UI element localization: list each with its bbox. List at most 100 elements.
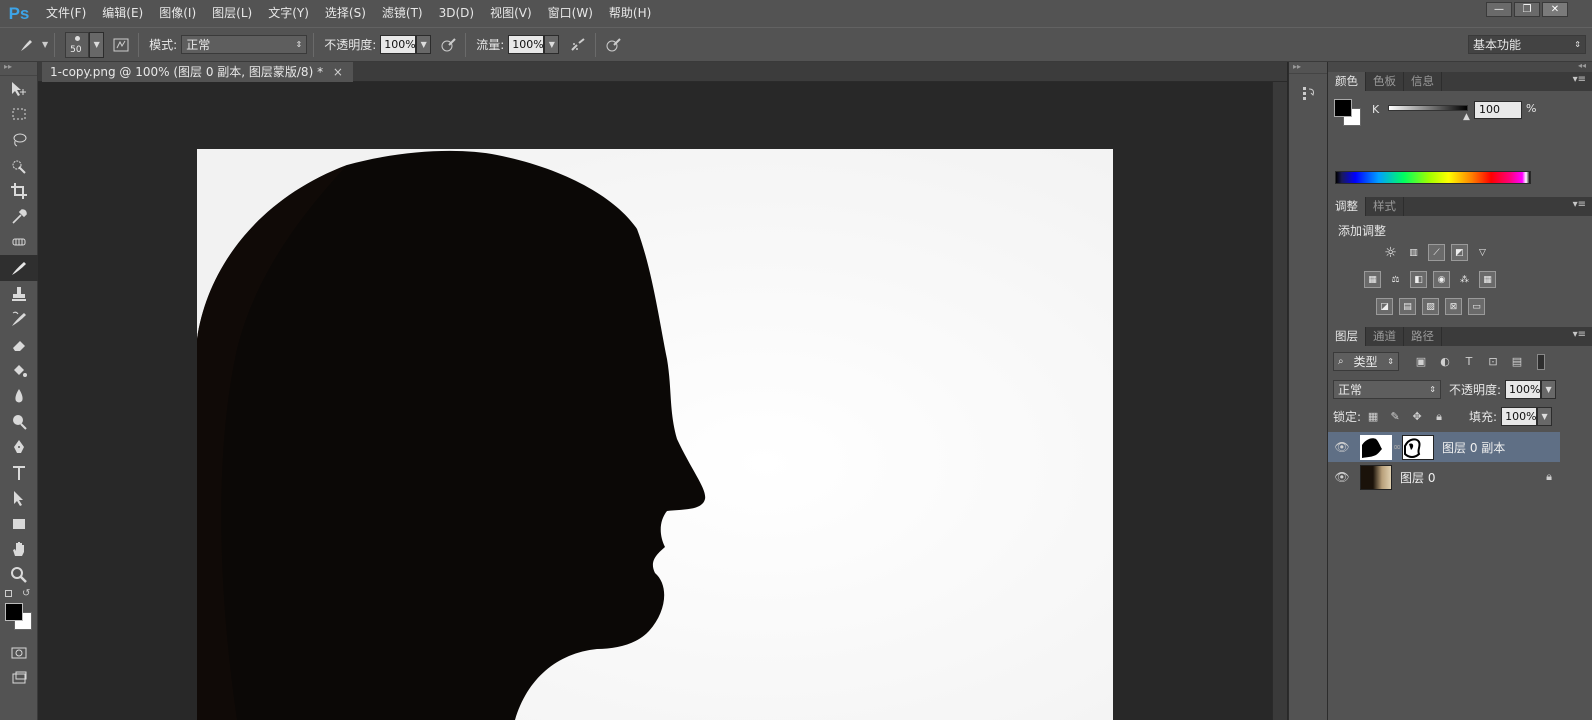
tab-paths[interactable]: 路径 (1404, 327, 1442, 346)
layer-row-original[interactable]: 👁︎ 图层 0 🔒︎ (1328, 462, 1560, 492)
pixel-filter-icon[interactable]: ▣ (1413, 354, 1429, 370)
color-spectrum-bar[interactable] (1335, 171, 1531, 184)
move-tool-icon[interactable] (0, 76, 38, 102)
brush-size-dropdown-button[interactable]: ▼ (89, 31, 105, 58)
photo-filter-icon[interactable]: ◉ (1433, 271, 1450, 288)
menu-image[interactable]: 图像(I) (151, 0, 204, 27)
type-tool-icon[interactable] (0, 460, 38, 486)
dodge-icon[interactable] (0, 409, 38, 435)
smart-object-filter-icon[interactable]: ▤ (1509, 354, 1525, 370)
flow-field[interactable]: 100% (508, 35, 545, 54)
selective-color-icon[interactable]: ⊠ (1445, 298, 1462, 315)
slider-thumb-icon[interactable]: ▲ (1463, 112, 1470, 122)
invert-icon[interactable]: ◪ (1376, 298, 1393, 315)
layer-opacity-dropdown-button[interactable]: ▼ (1541, 380, 1557, 399)
path-select-icon[interactable] (0, 486, 38, 512)
tool-preset-brush-icon[interactable] (16, 34, 38, 56)
k-slider[interactable] (1388, 105, 1468, 111)
pressure-size-icon[interactable] (602, 34, 624, 56)
flow-dropdown-button[interactable]: ▼ (544, 35, 560, 54)
panel-grip[interactable]: ▸▸ (1289, 62, 1327, 74)
foreground-color-swatch[interactable] (5, 602, 23, 621)
shape-filter-icon[interactable]: ⊡ (1485, 354, 1501, 370)
tab-channels[interactable]: 通道 (1366, 327, 1404, 346)
panel-menu-icon[interactable]: ▾≡ (1573, 74, 1586, 85)
menu-3d[interactable]: 3D(D) (431, 0, 482, 27)
color-lookup-icon[interactable]: ▦ (1479, 271, 1496, 288)
tab-info[interactable]: 信息 (1404, 72, 1442, 91)
clone-stamp-icon[interactable] (0, 281, 38, 307)
vertical-scrollbar[interactable] (1272, 82, 1287, 720)
airbrush-icon[interactable] (567, 34, 589, 56)
layer-mask-thumbnail[interactable] (1402, 434, 1434, 460)
restore-button[interactable]: ❐ (1514, 2, 1540, 17)
hand-tool-icon[interactable] (0, 537, 38, 563)
document-tab[interactable]: 1-copy.png @ 100% (图层 0 副本, 图层蒙版/8) * × (42, 62, 353, 82)
panel-grip[interactable]: ▸▸ (0, 62, 37, 76)
visibility-eye-icon[interactable]: 👁︎ (1328, 470, 1356, 484)
eraser-icon[interactable] (0, 332, 38, 358)
menu-view[interactable]: 视图(V) (482, 0, 540, 27)
history-brush-icon[interactable] (0, 306, 38, 332)
panel-menu-icon[interactable]: ▾≡ (1573, 199, 1586, 210)
close-button[interactable]: ✕ (1542, 2, 1568, 17)
brush-panel-toggle-icon[interactable] (110, 34, 132, 56)
zoom-tool-icon[interactable] (0, 562, 38, 588)
swap-colors-icon[interactable]: ↺ (22, 588, 30, 599)
visibility-eye-icon[interactable]: 👁︎ (1328, 440, 1356, 454)
spot-heal-icon[interactable] (0, 230, 38, 256)
type-filter-icon[interactable]: T (1461, 354, 1477, 370)
gradient-map-icon[interactable]: ▭ (1468, 298, 1485, 315)
fill-dropdown-button[interactable]: ▼ (1537, 407, 1553, 426)
posterize-icon[interactable]: ▤ (1399, 298, 1416, 315)
history-panel-icon[interactable] (1289, 80, 1329, 108)
menu-layer[interactable]: 图层(L) (204, 0, 260, 27)
menu-file[interactable]: 文件(F) (38, 0, 94, 27)
filter-kind-select[interactable]: ⌕ 类型 ⇕ (1333, 352, 1399, 371)
tab-layers[interactable]: 图层 (1328, 327, 1366, 346)
screen-mode-icon[interactable] (0, 665, 38, 691)
curves-icon[interactable]: ⟋ (1428, 244, 1445, 261)
layer-thumbnail[interactable] (1360, 434, 1392, 460)
opacity-field[interactable]: 100% (380, 35, 417, 54)
lock-pixels-icon[interactable]: ✎ (1387, 409, 1403, 425)
vibrance-icon[interactable]: ▽ (1474, 244, 1491, 261)
menu-help[interactable]: 帮助(H) (601, 0, 659, 27)
lasso-tool-icon[interactable] (0, 127, 38, 153)
layer-thumbnail[interactable] (1360, 464, 1392, 490)
menu-type[interactable]: 文字(Y) (260, 0, 317, 27)
exposure-icon[interactable]: ◩ (1451, 244, 1468, 261)
lock-all-icon[interactable]: 🔒︎ (1431, 409, 1447, 425)
channel-mixer-icon[interactable]: ⁂ (1456, 271, 1473, 288)
menu-edit[interactable]: 编辑(E) (94, 0, 151, 27)
minimize-button[interactable]: — (1486, 2, 1512, 17)
blur-icon[interactable] (0, 383, 38, 409)
filter-toggle[interactable] (1537, 353, 1545, 370)
crop-tool-icon[interactable] (0, 178, 38, 204)
default-colors-icon[interactable] (5, 589, 12, 597)
link-chain-icon[interactable]: ∞ (1392, 442, 1402, 453)
pressure-opacity-icon[interactable] (437, 34, 459, 56)
quick-select-icon[interactable] (0, 153, 38, 179)
lock-position-icon[interactable]: ✥ (1409, 409, 1425, 425)
panel-grip[interactable]: ◂◂ (1328, 62, 1592, 72)
opacity-dropdown-button[interactable]: ▼ (416, 35, 432, 54)
workspace-select[interactable]: 基本功能 ⇕ (1468, 35, 1586, 54)
adjustment-filter-icon[interactable]: ◐ (1437, 354, 1453, 370)
brightness-icon[interactable]: ☼ (1382, 244, 1399, 261)
layer-row-copy[interactable]: 👁︎ ∞ 图层 0 副本 (1328, 432, 1560, 462)
k-value-field[interactable]: 100 (1474, 101, 1522, 119)
marquee-tool-icon[interactable] (0, 102, 38, 128)
menu-select[interactable]: 选择(S) (317, 0, 374, 27)
menu-window[interactable]: 窗口(W) (540, 0, 601, 27)
panel-menu-icon[interactable]: ▾≡ (1573, 329, 1586, 340)
threshold-icon[interactable]: ▨ (1422, 298, 1439, 315)
tab-swatches[interactable]: 色板 (1366, 72, 1404, 91)
hue-saturation-icon[interactable]: ▦ (1364, 271, 1381, 288)
rectangle-tool-icon[interactable] (0, 511, 38, 537)
layer-opacity-field[interactable]: 100% (1505, 380, 1542, 399)
fill-field[interactable]: 100% (1501, 407, 1538, 426)
tab-adjustments[interactable]: 调整 (1328, 197, 1366, 216)
levels-icon[interactable]: ▥ (1405, 244, 1422, 261)
tool-preset-dropdown-icon[interactable]: ▼ (42, 40, 48, 49)
